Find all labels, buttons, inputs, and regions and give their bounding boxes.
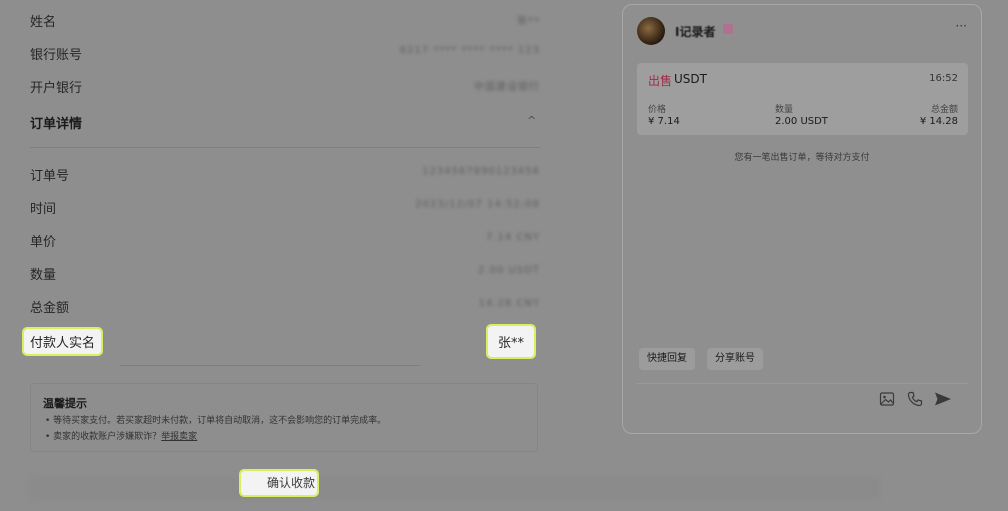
bank-value: 中国建设银行 xyxy=(474,82,540,93)
chat-notice: 您有一笔出售订单，等待对方支付 xyxy=(734,153,870,163)
tips-line-1: • 等待买家支付。若买家超时未付款，订单将自动取消，这不会影响您的订单完成率。 xyxy=(45,416,387,426)
order-number-label: 订单号 xyxy=(30,169,70,184)
quantity-row: 数量 2.00 USDT xyxy=(30,261,540,285)
name-label: 姓名 xyxy=(30,15,57,30)
bank-row: 开户银行 中国建设银行 xyxy=(30,74,540,98)
price-row: 单价 7.14 CNY xyxy=(30,228,540,252)
more-icon[interactable]: ··· xyxy=(956,19,967,33)
time-value: 2023/12/07 14:52:08 xyxy=(415,199,540,210)
card-qty-value: 2.00 USDT xyxy=(775,116,828,127)
phone-icon[interactable] xyxy=(907,391,923,407)
tips-box: 温馨提示 • 等待买家支付。若买家超时未付款，订单将自动取消，这不会影响您的订单… xyxy=(30,383,538,452)
order-details-title: 订单详情 xyxy=(30,117,83,132)
order-time: 16:52 xyxy=(929,73,958,84)
image-icon[interactable] xyxy=(879,391,895,407)
order-side: 出售 xyxy=(648,74,673,88)
card-price-value: ¥ 7.14 xyxy=(648,116,680,127)
order-coin: USDT xyxy=(674,72,707,86)
tips-line-2-text: • 卖家的收款账户涉嫌欺诈？ xyxy=(45,432,162,442)
price-value: 7.14 CNY xyxy=(485,232,540,243)
share-account-button[interactable]: 分享账号 xyxy=(707,348,763,370)
time-row: 时间 2023/12/07 14:52:08 xyxy=(30,195,540,219)
card-price-label: 价格 xyxy=(648,105,667,115)
name-value: 张** xyxy=(517,16,540,27)
action-bar xyxy=(30,478,880,498)
send-icon[interactable] xyxy=(934,391,952,407)
card-total-value: ¥ 14.28 xyxy=(919,116,958,127)
verified-badge-icon xyxy=(723,24,733,34)
card-qty-label: 数量 xyxy=(775,105,794,115)
total-label: 总金额 xyxy=(30,301,70,316)
order-number-value: 1234567890123456 xyxy=(422,166,540,177)
bank-account-value: 6217 **** **** **** 123 xyxy=(399,45,540,56)
avatar[interactable] xyxy=(637,17,665,45)
composer-divider xyxy=(637,383,968,384)
divider xyxy=(120,365,420,366)
collapse-chevron-icon[interactable]: ^ xyxy=(527,114,536,127)
time-label: 时间 xyxy=(30,202,57,217)
payer-name-label: 付款人实名 xyxy=(21,327,104,356)
bank-account-row: 银行账号 6217 **** **** **** 123 xyxy=(30,41,540,65)
price-label: 单价 xyxy=(30,235,57,250)
tips-title: 温馨提示 xyxy=(43,397,87,410)
total-row: 总金额 14.28 CNY xyxy=(30,294,540,318)
quantity-label: 数量 xyxy=(30,268,57,283)
quantity-value: 2.00 USDT xyxy=(478,265,540,276)
bank-label: 开户银行 xyxy=(30,81,83,96)
confirm-receipt-button[interactable]: 确认收款 xyxy=(239,469,319,497)
tips-line-2: • 卖家的收款账户涉嫌欺诈？举报卖家 xyxy=(45,429,197,442)
bank-account-label: 银行账号 xyxy=(30,48,83,63)
chat-user-name: I记录者 xyxy=(675,25,716,39)
order-number-row: 订单号 1234567890123456 xyxy=(30,162,540,186)
payer-name-value: 张** xyxy=(485,324,537,359)
order-card: 出售 USDT 16:52 价格 ¥ 7.14 数量 2.00 USDT 总金额… xyxy=(637,63,968,135)
order-details-panel: 姓名 张** 银行账号 6217 **** **** **** 123 开户银行… xyxy=(0,0,880,511)
card-total-label: 总金额 xyxy=(930,105,958,115)
total-value: 14.28 CNY xyxy=(478,298,540,309)
chat-panel: I记录者 ··· 出售 USDT 16:52 价格 ¥ 7.14 数量 2.00… xyxy=(622,4,982,434)
divider xyxy=(30,147,540,148)
name-row: 姓名 张** xyxy=(30,8,540,32)
quick-reply-button[interactable]: 快捷回复 xyxy=(639,348,695,370)
report-seller-link[interactable]: 举报卖家 xyxy=(161,432,197,442)
